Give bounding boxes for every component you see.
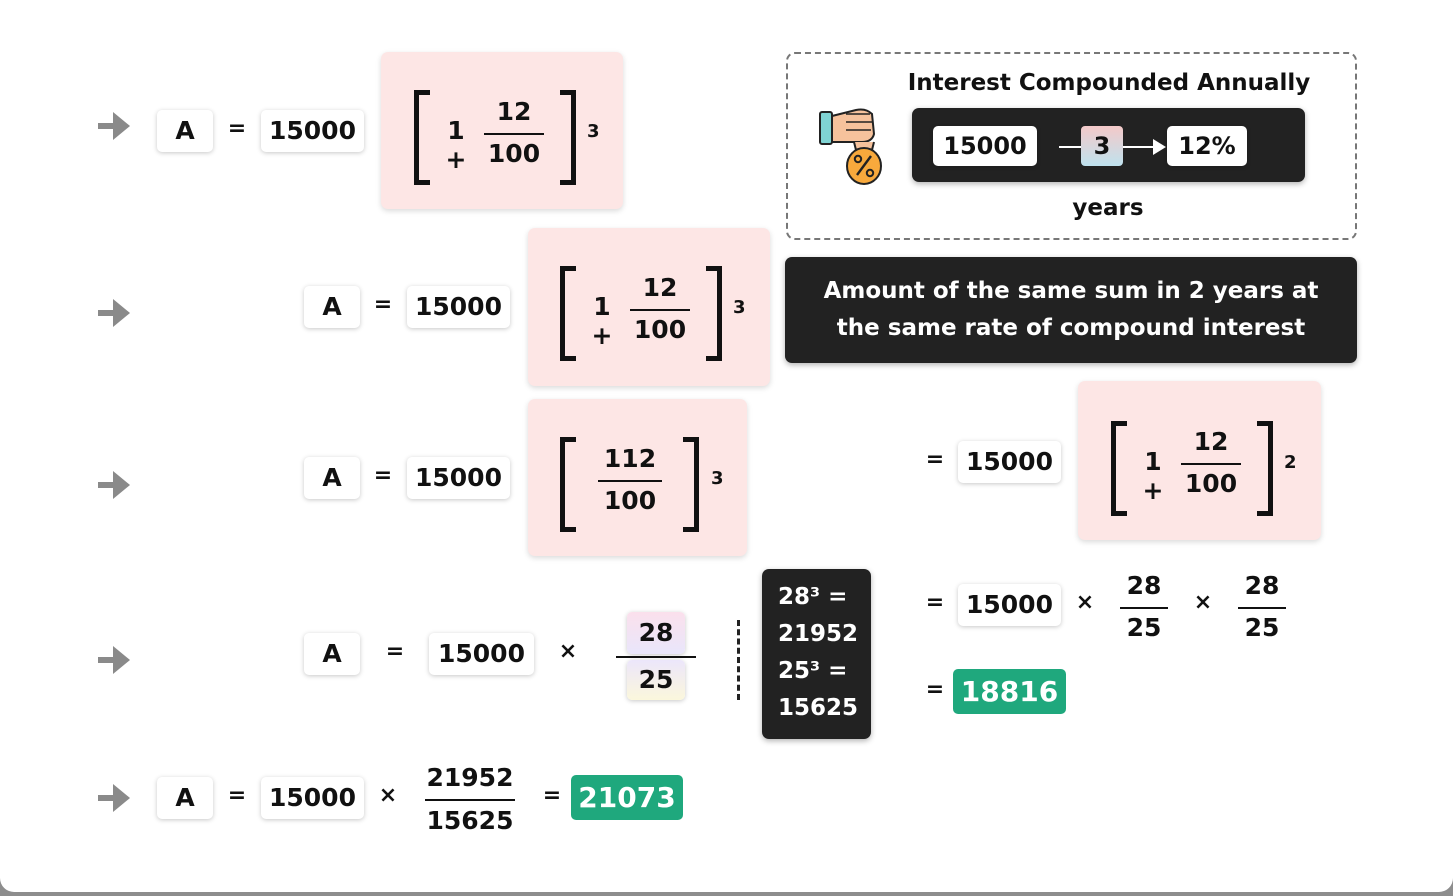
two-year-step2-principal: 15000 [958,584,1061,626]
row4-lhs: A [304,633,360,675]
two-year-step2-equals: = [925,590,945,615]
row2-exponent: 3 [733,297,746,318]
row1-denominator: 100 [487,139,541,168]
row3-fraction-bar [598,480,662,482]
two-year-step1-equals: = [925,447,945,472]
two-year-heading-box [785,257,1357,363]
row3-lhs: A [304,457,360,499]
row3-left-bracket [560,437,576,532]
arrow-right-icon [98,471,132,499]
row2-left-bracket [560,266,576,361]
row3-denominator: 100 [603,486,657,515]
row5-result: 21073 [571,775,683,820]
two-year-left-bracket [1111,421,1127,516]
two-year-step3-equals: = [925,677,945,702]
row3-right-bracket [683,437,699,532]
two-year-step2-times2: × [1193,590,1213,615]
solution-canvas: Interest Compounded Annually 15000 3 12%… [0,0,1453,892]
row4-equals: = [385,639,405,664]
row5-principal: 15000 [261,777,364,819]
cube-note-line1: 28³ = [778,584,848,610]
dashed-divider [737,620,740,700]
cube-note-line3: 25³ = [778,658,848,684]
two-year-step1-principal: 15000 [958,441,1061,483]
row1-principal: 15000 [261,110,364,152]
row4-principal: 15000 [429,633,534,675]
row2-fraction-bar [630,309,690,311]
two-year-step2-bar2 [1238,607,1286,609]
row2-one-plus: 1 + [591,292,613,350]
cube-note-line4: 15625 [778,695,859,721]
row4-fraction-bar [616,656,696,658]
arrow-right-icon [98,112,132,140]
row1-exponent: 3 [587,121,600,142]
arrow-right-icon [98,299,132,327]
row2-lhs: A [304,286,360,328]
row2-right-bracket [706,266,722,361]
info-years-value: 3 [1081,126,1123,166]
row4-times: × [558,639,578,664]
info-connector-arrowhead [1153,139,1166,155]
row5-equals-2: = [542,783,562,808]
row2-denominator: 100 [633,315,687,344]
info-principal: 15000 [933,126,1037,166]
two-year-step2-num2: 28 [1244,571,1280,600]
row5-lhs: A [157,777,213,819]
arrow-right-icon [98,784,132,812]
two-year-step2-bar1 [1120,607,1168,609]
row2-principal: 15000 [407,286,510,328]
two-year-exponent: 2 [1284,452,1297,473]
row4-numerator: 28 [627,612,685,654]
row2-numerator: 12 [642,273,678,302]
two-year-step2-den2: 25 [1244,613,1280,642]
two-year-result: 18816 [953,669,1066,714]
row1-equals: = [227,116,247,141]
two-year-numerator: 12 [1193,427,1229,456]
row3-numerator: 112 [603,444,657,473]
two-year-denominator: 100 [1184,469,1238,498]
two-year-one-plus: 1 + [1142,447,1164,505]
row2-equals: = [373,292,393,317]
row5-times: × [378,783,398,808]
row5-equals: = [227,783,247,808]
two-year-heading-line1: Amount of the same sum in 2 years at [823,278,1319,304]
two-year-step2-num1: 28 [1126,571,1162,600]
two-year-step2-times1: × [1075,590,1095,615]
row5-fraction-bar [425,799,515,801]
row4-denominator: 25 [627,660,685,700]
row3-equals: = [373,463,393,488]
row5-numerator: 21952 [426,763,514,792]
cube-note-line2: 21952 [778,621,859,647]
row1-one-plus: 1 + [445,116,467,174]
info-rate: 12% [1167,126,1247,166]
row1-fraction-bar [484,133,544,135]
row1-numerator: 12 [496,97,532,126]
info-years-label: years [1072,195,1144,221]
row1-left-bracket [414,90,430,185]
two-year-fraction-bar [1181,463,1241,465]
arrow-right-icon [98,646,132,674]
two-year-heading-line2: the same rate of compound interest [836,315,1306,341]
row5-denominator: 15625 [426,806,514,835]
two-year-step2-den1: 25 [1126,613,1162,642]
row3-principal: 15000 [407,457,510,499]
hand-money-bag-percent-icon [819,108,882,185]
two-year-right-bracket [1257,421,1273,516]
info-title: Interest Compounded Annually [907,70,1311,96]
row1-right-bracket [560,90,576,185]
row3-exponent: 3 [711,468,724,489]
row1-lhs: A [157,110,213,152]
